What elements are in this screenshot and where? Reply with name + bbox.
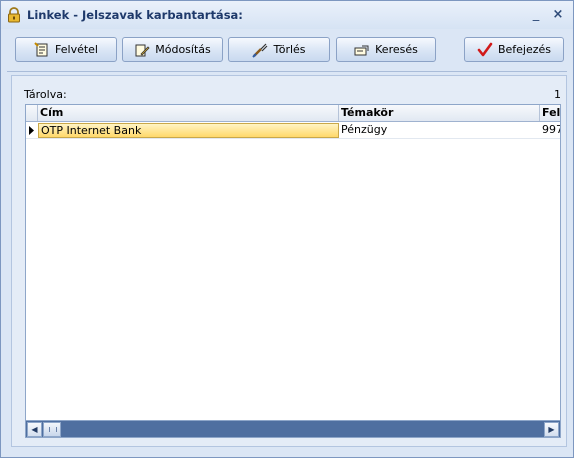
column-header-title[interactable]: Cím xyxy=(38,105,339,121)
finish-button[interactable]: Befejezés xyxy=(464,37,564,62)
window-title: Linkek - Jelszavak karbantartása: xyxy=(27,8,243,22)
search-button-label: Keresés xyxy=(375,43,418,56)
edit-icon xyxy=(135,44,150,56)
row-indicator-icon xyxy=(26,122,38,138)
edit-button-label: Módosítás xyxy=(155,43,211,56)
toolbar-divider xyxy=(7,71,567,72)
column-header-extra[interactable]: Fel xyxy=(540,105,560,121)
column-header-topic[interactable]: Témakör xyxy=(339,105,540,121)
indicator-header xyxy=(26,105,38,121)
scroll-left-icon[interactable]: ◀ xyxy=(27,422,42,437)
content-panel: Tárolva: 1 Cím Témakör Fel OTP Internet … xyxy=(11,75,567,447)
delete-icon xyxy=(252,43,268,58)
table-row[interactable]: OTP Internet Bank Pénzügy 997 xyxy=(26,122,560,139)
cell-topic[interactable]: Pénzügy xyxy=(339,122,540,138)
delete-button[interactable]: Törlés xyxy=(228,37,330,62)
minimize-button[interactable]: _ xyxy=(528,7,544,23)
horizontal-scrollbar[interactable]: ◀ ▶ xyxy=(26,420,560,437)
title-bar: Linkek - Jelszavak karbantartása: _ × xyxy=(1,1,573,29)
cell-extra[interactable]: 997 xyxy=(540,122,560,138)
lock-icon xyxy=(7,7,21,23)
cell-title[interactable]: OTP Internet Bank xyxy=(38,123,339,138)
edit-button[interactable]: Módosítás xyxy=(122,37,223,62)
records-grid[interactable]: Cím Témakör Fel OTP Internet Bank Pénzüg… xyxy=(25,104,561,438)
app-window: Linkek - Jelszavak karbantartása: _ × Fe… xyxy=(0,0,574,458)
stored-count: 1 xyxy=(554,88,561,101)
scroll-thumb[interactable] xyxy=(43,422,61,437)
close-button[interactable]: × xyxy=(550,7,566,23)
search-icon xyxy=(354,45,369,55)
new-button-label: Felvétel xyxy=(55,43,98,56)
checkmark-icon xyxy=(477,42,493,56)
search-button[interactable]: Keresés xyxy=(336,37,436,62)
scroll-right-icon[interactable]: ▶ xyxy=(544,422,559,437)
stored-label: Tárolva: xyxy=(24,88,67,101)
delete-button-label: Törlés xyxy=(273,43,306,56)
finish-button-label: Befejezés xyxy=(497,43,552,56)
new-button[interactable]: Felvétel xyxy=(15,37,117,62)
new-record-icon xyxy=(34,41,48,56)
grid-header: Cím Témakör Fel xyxy=(26,105,560,122)
